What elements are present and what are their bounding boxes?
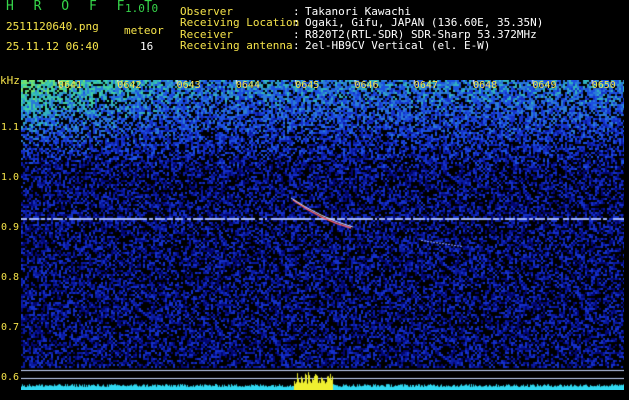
meta-key: Receiving Location <box>180 16 300 29</box>
capture-filename: 2511120640.png <box>6 20 99 33</box>
x-tick-label: 0646 <box>354 80 379 91</box>
meta-colon: : <box>293 39 300 52</box>
y-tick-label: 0.7 <box>1 322 20 333</box>
x-tick-label: 0642 <box>117 80 142 91</box>
app-version: 1.0.0 <box>125 2 159 15</box>
y-tick-label: 0.8 <box>1 272 20 283</box>
x-tick-label: 0645 <box>295 80 320 91</box>
x-tick-label: 0650 <box>591 80 616 91</box>
x-tick-label: 0643 <box>176 80 201 91</box>
x-tick-label: 0648 <box>473 80 498 91</box>
y-tick-label: 1.0 <box>1 172 20 183</box>
meta-key: Receiving antenna <box>180 39 293 52</box>
y-tick-label: 1.1 <box>1 122 20 133</box>
meteor-count: 16 <box>140 40 154 53</box>
x-tick-label: 0641 <box>58 80 83 91</box>
meta-value: 2el-HB9CV Vertical (el. E-W) <box>305 39 491 52</box>
spectrogram <box>21 80 624 390</box>
y-tick-label: 0.9 <box>1 222 20 233</box>
detection-type-label: meteor <box>124 24 164 37</box>
x-tick-label: 0647 <box>413 80 438 91</box>
x-tick-label: 0644 <box>235 80 260 91</box>
x-tick-label: 0649 <box>532 80 557 91</box>
meta-colon: : <box>293 16 300 29</box>
meta-location: Receiving Location: Ogaki, Gifu, JAPAN (1… <box>180 17 543 28</box>
capture-datetime: 25.11.12 06:40 <box>6 40 99 53</box>
y-axis-unit: kHz <box>0 74 20 87</box>
meta-antenna: Receiving antenna: 2el-HB9CV Vertical (el… <box>180 40 490 51</box>
y-tick-label: 0.6 <box>1 372 20 383</box>
